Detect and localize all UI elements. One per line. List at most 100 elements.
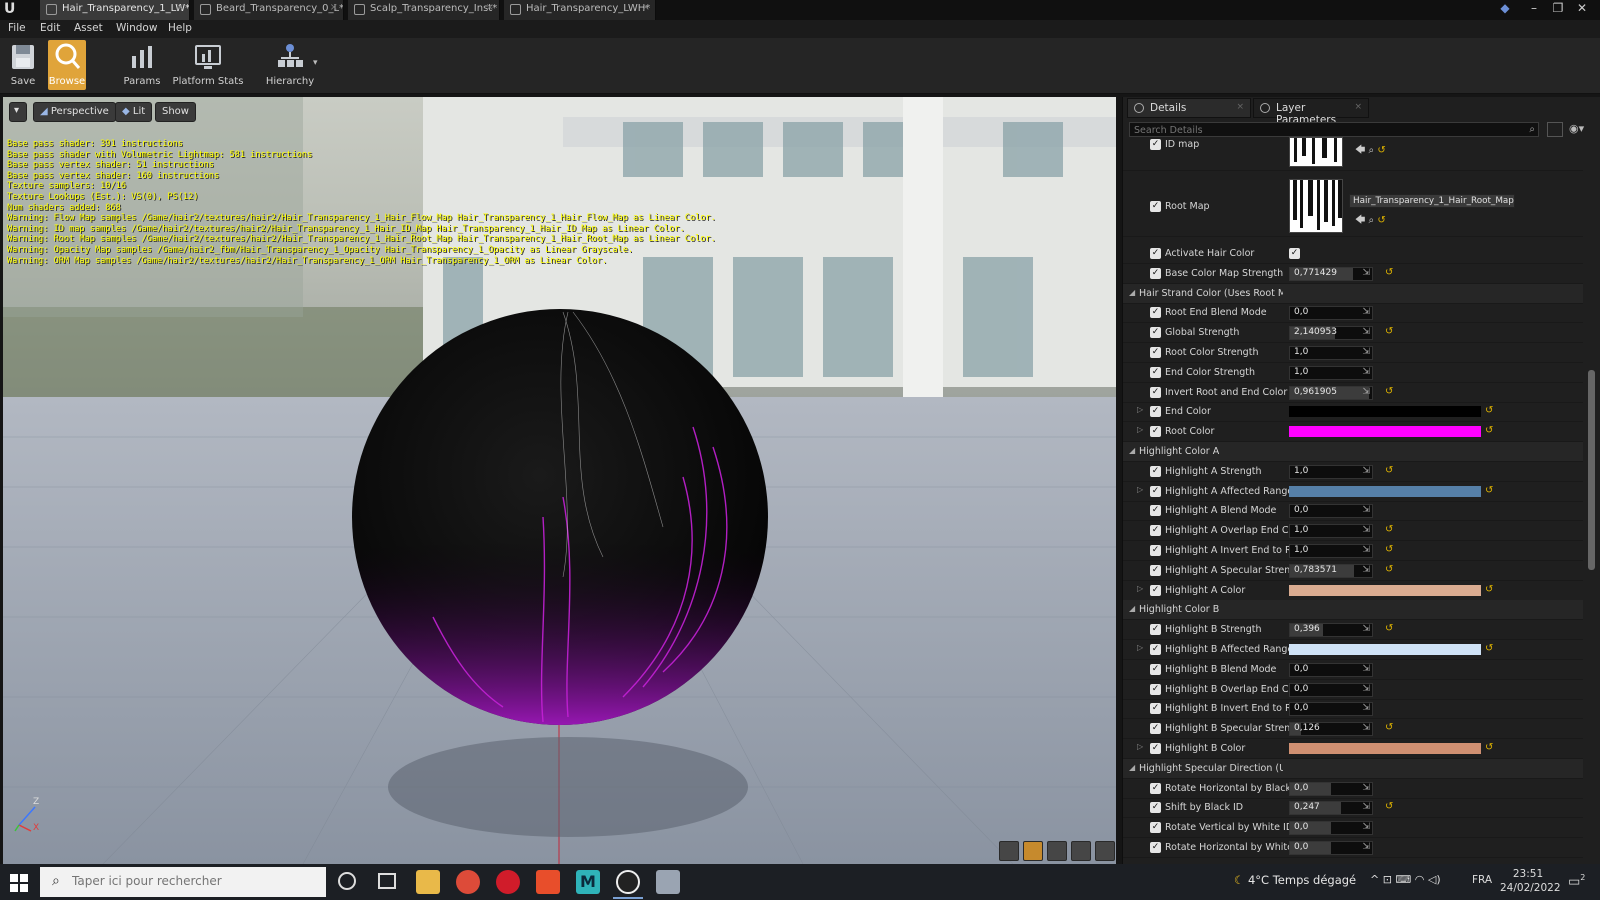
reset-icon[interactable]: ↺ [1485,425,1493,436]
color-swatch[interactable] [1289,585,1481,596]
tab-close-icon[interactable]: × [642,2,650,13]
menu-help[interactable]: Help [168,22,192,34]
expand-triangle-icon[interactable]: ▷ [1137,485,1143,494]
clock[interactable]: 23:51 24/02/2022 [1500,867,1561,895]
search-details-input[interactable] [1130,124,1510,137]
drag-arrow-icon[interactable]: ⇲ [1362,327,1370,337]
reset-icon[interactable]: ↺ [1377,145,1385,156]
value-spinbox[interactable]: 1,0 ⇲ [1289,346,1373,360]
collapse-triangle-icon[interactable]: ◢ [1129,763,1135,772]
category-cat-highlight-b[interactable]: ◢ Highlight Color B [1123,600,1583,620]
params-button[interactable]: Params [122,40,162,90]
taskbar-search-input[interactable] [72,874,312,888]
value-spinbox[interactable]: 0,126 ⇲ [1289,722,1373,736]
drag-arrow-icon[interactable]: ⇲ [1362,525,1370,535]
property-matrix-icon[interactable] [1547,122,1563,137]
preview-cube-button[interactable] [1071,841,1091,861]
root-map-asset-combo[interactable]: Hair_Transparency_1_Hair_Root_Map ▾ [1349,194,1515,208]
preview-plane-button[interactable] [1047,841,1067,861]
drag-arrow-icon[interactable]: ⇲ [1362,545,1370,555]
override-checkbox[interactable]: ✓ [1150,486,1161,497]
browse-asset-icon[interactable]: ⌕ [1369,215,1375,226]
system-tray-icons[interactable]: ^ ⊡ ⌨ ◠ ◁) [1370,873,1441,886]
override-checkbox[interactable]: ✓ [1150,703,1161,714]
browse-asset-icon[interactable]: ⌕ [1369,145,1375,156]
tab-layer-parameters[interactable]: Layer Parameters × [1253,98,1369,126]
override-checkbox[interactable]: ✓ [1150,505,1161,516]
reset-icon[interactable]: ↺ [1385,465,1393,476]
use-selected-arrow-icon[interactable]: 🡄 [1355,145,1365,156]
maya-icon[interactable]: M [576,870,600,894]
details-scrollbar-thumb[interactable] [1588,370,1595,570]
color-swatch[interactable] [1289,486,1481,497]
value-spinbox[interactable]: 0,0 ⇲ [1289,702,1373,716]
drag-arrow-icon[interactable]: ⇲ [1362,565,1370,575]
override-checkbox[interactable]: ✓ [1150,842,1161,853]
override-checkbox[interactable]: ✓ [1150,664,1161,675]
reset-icon[interactable]: ↺ [1385,801,1393,812]
override-checkbox[interactable]: ✓ [1150,624,1161,635]
collapse-triangle-icon[interactable]: ◢ [1129,604,1135,613]
reset-icon[interactable]: ↺ [1485,405,1493,416]
reset-icon[interactable]: ↺ [1385,544,1393,555]
drag-arrow-icon[interactable]: ⇲ [1362,307,1370,317]
unreal-logo-icon[interactable]: U [4,1,20,19]
language-indicator[interactable]: FRA [1472,874,1492,886]
expand-triangle-icon[interactable]: ▷ [1137,742,1143,751]
category-cat-hair-strand[interactable]: ◢ Hair Strand Color (Uses Root Map) [1123,284,1583,304]
value-spinbox[interactable]: 2,140953 ⇲ [1289,326,1373,340]
override-checkbox[interactable]: ✓ [1150,139,1161,150]
reset-icon[interactable]: ↺ [1485,643,1493,654]
override-checkbox[interactable]: ✓ [1150,644,1161,655]
search-icon[interactable]: ⌕ [1529,124,1535,135]
reset-icon[interactable]: ↺ [1385,623,1393,634]
notification-icon[interactable]: ▭2 [1568,873,1585,889]
drag-arrow-icon[interactable]: ⇲ [1362,505,1370,515]
close-window-button[interactable]: ✕ [1570,0,1594,18]
details-search[interactable]: ⌕ [1129,122,1539,137]
tab-close-icon[interactable]: × [486,2,494,13]
weather-widget[interactable]: ☾ 4°C Temps dégagé [1234,873,1356,887]
override-checkbox[interactable]: ✓ [1150,426,1161,437]
collapse-triangle-icon[interactable]: ◢ [1129,288,1135,297]
drag-arrow-icon[interactable]: ⇲ [1362,624,1370,634]
drag-arrow-icon[interactable]: ⇲ [1362,802,1370,812]
perspective-button[interactable]: ◢ Perspective [33,102,116,122]
drag-arrow-icon[interactable]: ⇲ [1362,703,1370,713]
collapse-triangle-icon[interactable]: ◢ [1129,446,1135,455]
value-spinbox[interactable]: 0,0 ⇲ [1289,663,1373,677]
material-preview-viewport[interactable]: ▾ ◢ Perspective ◆ Lit Show Base pass sha… [3,97,1116,864]
value-spinbox[interactable]: 1,0 ⇲ [1289,366,1373,380]
value-spinbox[interactable]: 0,0 ⇲ [1289,782,1373,796]
override-checkbox[interactable]: ✓ [1150,743,1161,754]
hierarchy-button[interactable]: Hierarchy [264,40,316,90]
hierarchy-dropdown-icon[interactable]: ▾ [313,58,318,68]
override-checkbox[interactable]: ✓ [1150,822,1161,833]
id-map-thumbnail[interactable] [1289,137,1343,167]
value-spinbox[interactable]: 0,247 ⇲ [1289,801,1373,815]
drag-arrow-icon[interactable]: ⇲ [1362,387,1370,397]
override-checkbox[interactable]: ✓ [1150,406,1161,417]
cortana-icon[interactable] [338,872,356,890]
maximize-button[interactable]: ❐ [1546,0,1570,18]
reset-icon[interactable]: ↺ [1385,326,1393,337]
override-checkbox[interactable]: ✓ [1150,201,1161,212]
override-checkbox[interactable]: ✓ [1150,327,1161,338]
tab-close-icon[interactable]: × [330,2,338,13]
tab-hair-transparency-1-lw[interactable]: Hair_Transparency_1_LW* × [40,0,190,20]
reset-icon[interactable]: ↺ [1385,524,1393,535]
override-checkbox[interactable]: ✓ [1150,387,1161,398]
menu-window[interactable]: Window [116,22,157,34]
viewport-options-dropdown[interactable]: ▾ [9,102,27,122]
drag-arrow-icon[interactable]: ⇲ [1362,664,1370,674]
override-checkbox[interactable]: ✓ [1150,347,1161,358]
app-window-icon[interactable] [656,870,680,894]
preview-mesh-button[interactable] [1095,841,1115,861]
category-cat-highlight-a[interactable]: ◢ Highlight Color A [1123,442,1583,462]
color-swatch[interactable] [1289,406,1481,417]
override-checkbox[interactable]: ✓ [1150,367,1161,378]
close-icon[interactable]: × [1236,102,1244,112]
color-swatch[interactable] [1289,426,1481,437]
tab-details[interactable]: Details × [1127,98,1251,118]
use-selected-arrow-icon[interactable]: 🡄 [1355,215,1365,226]
